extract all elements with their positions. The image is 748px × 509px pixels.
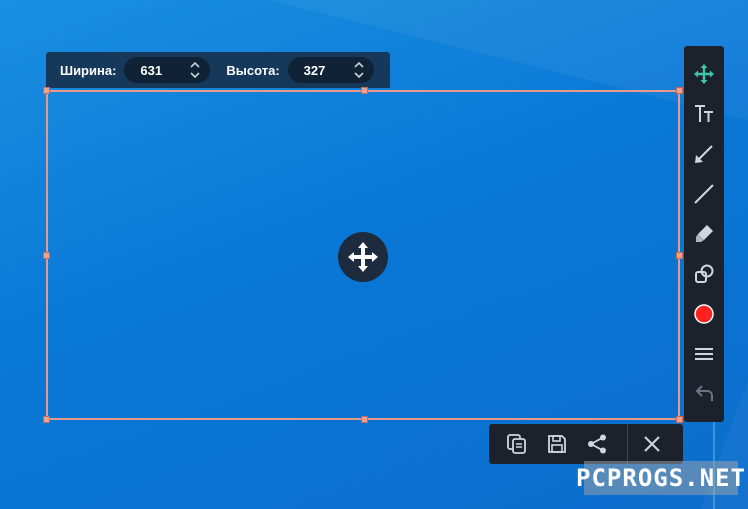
copy-button[interactable] — [497, 424, 537, 464]
resize-handle-bottom[interactable] — [361, 416, 368, 423]
tool-marker[interactable] — [684, 214, 724, 254]
tool-undo[interactable] — [684, 374, 724, 414]
watermark: PCPROGS.NET — [576, 461, 745, 495]
marker-icon — [696, 225, 713, 242]
resize-handle-bottom-right[interactable] — [676, 416, 683, 423]
height-spinner[interactable]: 327 — [287, 57, 374, 83]
tool-shapes[interactable] — [684, 254, 724, 294]
move-icon — [348, 242, 378, 272]
tool-line-width[interactable] — [684, 334, 724, 374]
resize-handle-right[interactable] — [676, 252, 683, 259]
share-button[interactable] — [577, 424, 617, 464]
save-button[interactable] — [537, 424, 577, 464]
color-swatch-icon — [694, 304, 714, 324]
share-icon — [588, 434, 606, 454]
tool-move[interactable] — [684, 54, 724, 94]
text-icon — [695, 105, 713, 122]
width-spinner[interactable]: 631 — [124, 57, 211, 83]
shapes-icon — [695, 264, 714, 283]
move-selection-button[interactable] — [338, 232, 388, 282]
close-button[interactable] — [632, 424, 672, 464]
arrow-icon — [695, 145, 713, 163]
spinner-arrows-icon[interactable] — [190, 61, 200, 79]
resize-handle-top[interactable] — [361, 87, 368, 94]
resize-handle-bottom-left[interactable] — [43, 416, 50, 423]
line-width-icon — [695, 348, 713, 360]
tool-line[interactable] — [684, 174, 724, 214]
resize-handle-left[interactable] — [43, 252, 50, 259]
action-bar — [489, 424, 683, 464]
drawing-toolbar — [684, 46, 724, 422]
size-bar: Ширина: 631 Высота: 327 — [46, 52, 390, 88]
save-icon — [548, 435, 566, 453]
undo-icon — [695, 385, 713, 401]
close-icon — [644, 436, 660, 452]
width-label: Ширина: — [60, 62, 117, 78]
copy-icon — [507, 434, 526, 454]
spinner-arrows-icon[interactable] — [354, 61, 364, 79]
height-value[interactable]: 327 — [304, 63, 326, 78]
tool-color[interactable] — [684, 294, 724, 334]
width-value[interactable]: 631 — [140, 63, 162, 78]
move-icon — [694, 64, 714, 84]
resize-handle-top-right[interactable] — [676, 87, 683, 94]
line-icon — [694, 184, 714, 204]
resize-handle-top-left[interactable] — [43, 87, 50, 94]
tool-text[interactable] — [684, 94, 724, 134]
tool-arrow[interactable] — [684, 134, 724, 174]
divider — [627, 424, 628, 464]
height-label: Высота: — [226, 62, 280, 78]
